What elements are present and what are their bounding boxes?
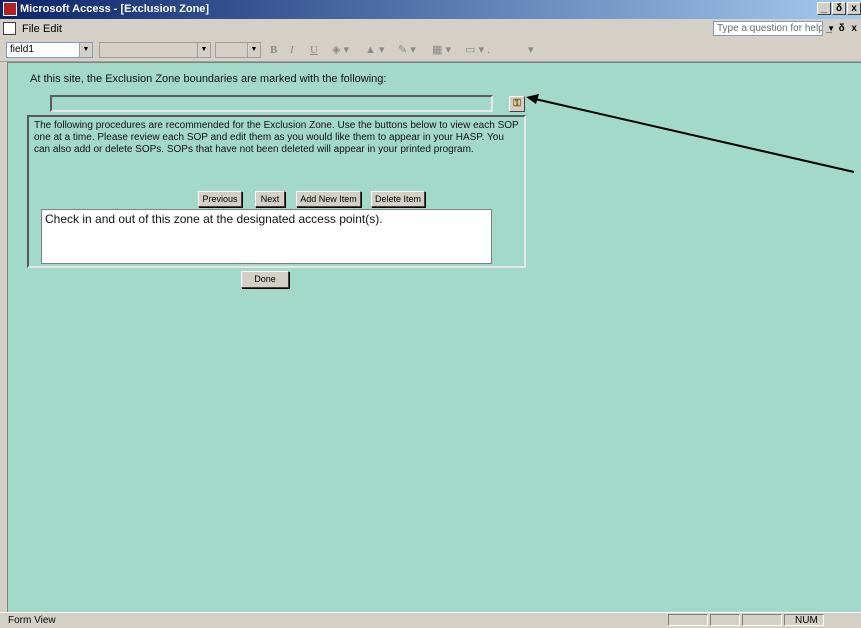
object-combo-value: field1 bbox=[10, 44, 34, 55]
chevron-down-icon[interactable]: ▼ bbox=[197, 43, 210, 57]
fill-color-icon[interactable]: ◈ ▾ bbox=[332, 43, 349, 57]
mdi-window-controls[interactable]: _ δ x bbox=[826, 23, 859, 34]
italic-icon[interactable]: I bbox=[290, 43, 294, 57]
font-name-combo[interactable]: ▼ bbox=[99, 42, 211, 58]
underline-icon[interactable]: U bbox=[310, 43, 318, 57]
font-size-combo[interactable]: ▼ bbox=[215, 42, 261, 58]
annotation-arrow bbox=[526, 94, 855, 173]
line-color-icon[interactable]: ✎ ▾ bbox=[398, 43, 416, 57]
line-width-icon[interactable]: ▦ ▾ bbox=[432, 43, 451, 57]
close-button[interactable]: x bbox=[847, 2, 861, 15]
font-color-icon[interactable]: ▲ ▾ bbox=[365, 43, 384, 57]
special-effect-icon[interactable]: ▭ ▾ . bbox=[465, 43, 490, 57]
window-title: Microsoft Access - [Exclusion Zone] bbox=[20, 3, 210, 15]
status-pane bbox=[742, 614, 782, 626]
arrow-line bbox=[534, 98, 855, 173]
status-bar: Form View NUM bbox=[0, 612, 861, 628]
menu-file[interactable]: File bbox=[22, 23, 40, 35]
status-num-lock: NUM bbox=[795, 615, 818, 626]
minimize-button[interactable]: _ bbox=[817, 2, 831, 15]
menu-bar: File Edit Type a question for help ▼ _ δ… bbox=[0, 19, 861, 39]
bold-icon[interactable]: B bbox=[270, 43, 277, 57]
exclusion-zone-form: At this site, the Exclusion Zone boundar… bbox=[7, 62, 861, 612]
toolbar-options-icon[interactable]: ▾ bbox=[528, 43, 534, 57]
window-controls: _ δ x bbox=[816, 2, 861, 15]
form-document-icon[interactable] bbox=[3, 22, 16, 35]
title-bar: Microsoft Access - [Exclusion Zone] _ δ … bbox=[0, 0, 861, 19]
arrow-head bbox=[526, 94, 539, 104]
object-combo[interactable]: field1 ▼ bbox=[6, 42, 93, 58]
formatting-toolbar: field1 ▼ ▼ ▼ B I U ◈ ▾ ▲ ▾ ✎ ▾ ▦ ▾ ▭ ▾ .… bbox=[0, 39, 861, 62]
status-pane bbox=[710, 614, 740, 626]
status-view-mode: Form View bbox=[8, 615, 56, 626]
access-app-icon[interactable] bbox=[3, 2, 17, 16]
chevron-down-icon[interactable]: ▼ bbox=[247, 43, 260, 57]
status-pane bbox=[668, 614, 708, 626]
menu-edit[interactable]: Edit bbox=[43, 23, 62, 35]
restore-button[interactable]: δ bbox=[832, 2, 846, 15]
help-question-input[interactable]: Type a question for help bbox=[713, 21, 823, 36]
chevron-down-icon[interactable]: ▼ bbox=[79, 43, 92, 57]
